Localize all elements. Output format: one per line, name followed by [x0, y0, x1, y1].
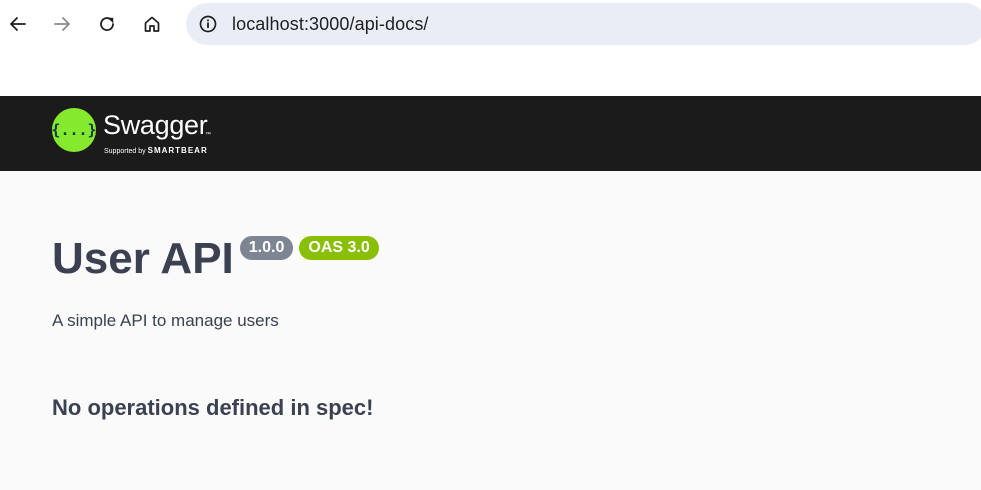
reload-icon [100, 17, 114, 31]
forward-arrow-icon [54, 17, 70, 31]
oas-badge: OAS 3.0 [299, 236, 379, 260]
address-bar[interactable]: localhost:3000/api-docs/ [186, 3, 981, 45]
site-info-icon[interactable] [192, 8, 224, 40]
home-icon [144, 16, 160, 32]
svg-text:{...}: {...} [52, 121, 96, 139]
swagger-topbar: {...} Swagger ™ Supported by SMARTBEAR [0, 96, 981, 171]
logo-subtitle: Supported by SMARTBEAR [104, 146, 208, 155]
home-button[interactable] [136, 8, 168, 40]
url-text[interactable]: localhost:3000/api-docs/ [232, 14, 429, 35]
logo-trademark: ™ [205, 132, 211, 138]
no-operations-message: No operations defined in spec! [52, 395, 374, 420]
api-info: User API 1.0.0 OAS 3.0 [52, 230, 379, 288]
version-badge: 1.0.0 [239, 236, 294, 260]
swagger-logo[interactable]: {...} Swagger ™ Supported by SMARTBEAR [52, 108, 243, 158]
api-description: A simple API to manage users [52, 311, 279, 330]
forward-button[interactable] [46, 8, 78, 40]
reload-button[interactable] [91, 8, 123, 40]
page-title: User API [52, 234, 234, 283]
logo-title: Swagger [103, 110, 208, 140]
back-arrow-icon [10, 17, 26, 31]
browser-toolbar: localhost:3000/api-docs/ [0, 0, 981, 96]
swagger-logo-icon: {...} [52, 108, 96, 152]
back-button[interactable] [2, 8, 34, 40]
